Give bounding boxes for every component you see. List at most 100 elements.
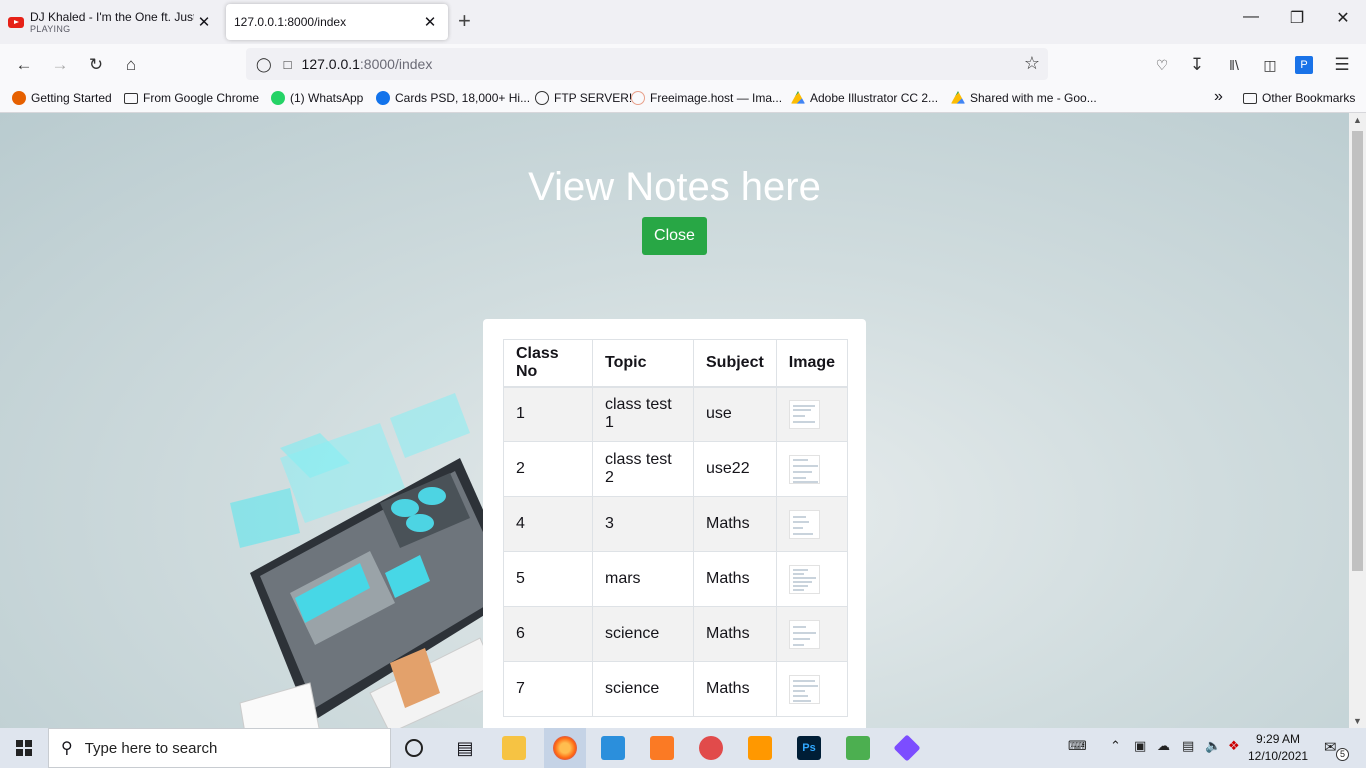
tab-title: 127.0.0.1:8000/index: [234, 15, 347, 29]
page-info-icon[interactable]: □: [284, 57, 292, 72]
network-icon[interactable]: ▤: [1182, 738, 1194, 754]
scroll-down-icon[interactable]: ▼: [1349, 716, 1366, 726]
xampp-icon[interactable]: [650, 736, 674, 760]
photoshop-icon[interactable]: Ps: [797, 736, 821, 760]
sidebar-icon[interactable]: ◫: [1259, 54, 1281, 76]
bookmark-shared-with-me[interactable]: Shared with me - Goo...: [951, 91, 1097, 105]
dropbox-icon[interactable]: ❖: [1228, 738, 1240, 754]
download-icon[interactable]: ↧: [1186, 54, 1208, 76]
task-view-icon[interactable]: ▤: [453, 736, 477, 760]
home-icon[interactable]: ⌂: [120, 54, 142, 76]
onedrive-icon[interactable]: ☁: [1157, 738, 1170, 754]
wamp-icon[interactable]: [846, 736, 870, 760]
table-row: 1 class test 1 use: [503, 386, 849, 442]
table-row: 5 mars Maths: [503, 551, 849, 607]
bookmark-star-icon[interactable]: ☆: [1024, 53, 1040, 74]
restore-icon[interactable]: ❐: [1274, 8, 1320, 28]
freepik-icon: [376, 91, 390, 105]
new-tab-button[interactable]: +: [458, 10, 471, 32]
shield-icon[interactable]: ◯: [256, 56, 272, 73]
note-thumbnail-image[interactable]: [788, 399, 820, 429]
google-drive-icon: [791, 91, 805, 104]
paint-icon[interactable]: [699, 736, 723, 760]
tab-youtube[interactable]: DJ Khaled - I'm the One ft. Justin PLAYI…: [0, 4, 222, 40]
url-bar[interactable]: ◯ □ 127.0.0.1:8000/index ☆: [246, 48, 1048, 80]
table-row: 6 science Maths: [503, 606, 849, 662]
subject-cell: use: [693, 386, 777, 442]
page-scrollbar[interactable]: ▲ ▼: [1349, 113, 1366, 728]
search-placeholder: Type here to search: [84, 739, 218, 757]
note-thumbnail-image[interactable]: [788, 674, 820, 704]
menu-icon[interactable]: ☰: [1331, 54, 1353, 76]
taskbar-search-box[interactable]: ⚲ Type here to search: [48, 728, 391, 768]
clock-date: 12/10/2021: [1248, 749, 1309, 763]
scrollbar-thumb[interactable]: [1352, 131, 1363, 571]
tab-index[interactable]: 127.0.0.1:8000/index ✕: [226, 4, 448, 40]
firefox-icon[interactable]: [553, 736, 577, 760]
image-cell: [775, 496, 849, 552]
close-tab-icon[interactable]: ✕: [420, 13, 440, 31]
minimize-icon[interactable]: —: [1228, 8, 1274, 26]
image-cell: [775, 606, 849, 662]
library-icon[interactable]: ‖\: [1223, 54, 1245, 76]
meet-now-icon[interactable]: ▣: [1134, 738, 1146, 754]
notifications-icon[interactable]: ✉: [1324, 738, 1337, 756]
search-icon: ⚲: [61, 740, 73, 757]
class-no-cell: 5: [503, 551, 593, 607]
forward-icon[interactable]: →: [49, 54, 71, 76]
bookmark-adobe-illustrator[interactable]: Adobe Illustrator CC 2...: [791, 91, 938, 105]
class-no-cell: 6: [503, 606, 593, 662]
keyboard-icon[interactable]: ⌨: [1068, 738, 1087, 754]
bookmark-getting-started[interactable]: Getting Started: [12, 91, 112, 105]
image-cell: [775, 551, 849, 607]
google-drive-icon: [951, 91, 965, 104]
image-cell: [775, 386, 849, 442]
notes-card: Class No Topic Subject Image 1 class test…: [483, 319, 866, 728]
back-icon[interactable]: ←: [13, 54, 35, 76]
bookmarks-overflow-icon[interactable]: »: [1214, 88, 1223, 106]
topic-cell: science: [592, 661, 694, 717]
topic-cell: class test 2: [592, 441, 694, 497]
table-body: 1 class test 1 use 2 class test 2 use22 4 3 Math…: [503, 386, 849, 717]
clock-time: 9:29 AM: [1256, 732, 1301, 746]
subject-cell: Maths: [693, 661, 777, 717]
class-no-cell: 7: [503, 661, 593, 717]
url-text[interactable]: 127.0.0.1:8000/index: [302, 56, 433, 72]
scroll-up-icon[interactable]: ▲: [1349, 115, 1366, 125]
bookmark-whatsapp[interactable]: (1) WhatsApp: [271, 91, 363, 105]
bookmark-cards-psd[interactable]: Cards PSD, 18,000+ Hi...: [376, 91, 530, 105]
tab-title: DJ Khaled - I'm the One ft. Justin: [30, 10, 194, 24]
youtube-icon: [8, 16, 24, 28]
file-explorer-icon[interactable]: [502, 736, 526, 760]
subject-cell: Maths: [693, 496, 777, 552]
subject-cell: Maths: [693, 551, 777, 607]
window-close-icon[interactable]: ✕: [1320, 8, 1366, 28]
vscode-icon[interactable]: [601, 736, 625, 760]
column-header: Class No: [503, 339, 593, 388]
note-thumbnail-image[interactable]: [788, 454, 820, 484]
chevron-up-icon[interactable]: ⌃: [1110, 738, 1121, 754]
close-tab-icon[interactable]: ✕: [194, 13, 214, 31]
reload-icon[interactable]: ↻: [85, 54, 107, 76]
pocket-icon[interactable]: ♡: [1151, 54, 1173, 76]
topic-cell: class test 1: [592, 386, 694, 442]
windows-taskbar: ⚲ Type here to search ▤ Ps ⌨ ⌃ ▣ ☁ ▤ 🔈 ❖…: [0, 728, 1366, 768]
bookmark-ftp-server[interactable]: FTP SERVER!: [535, 91, 632, 105]
note-thumbnail-image[interactable]: [788, 619, 820, 649]
note-thumbnail-image[interactable]: [788, 564, 820, 594]
bookmark-freeimage[interactable]: Freeimage.host — Ima...: [631, 91, 782, 105]
windows-start-icon[interactable]: [16, 740, 32, 756]
bookmark-from-google-chrome[interactable]: From Google Chrome: [124, 91, 259, 105]
cortana-icon[interactable]: [405, 739, 423, 757]
topic-cell: mars: [592, 551, 694, 607]
git-icon[interactable]: [893, 734, 921, 762]
note-thumbnail-image[interactable]: [788, 509, 820, 539]
volume-icon[interactable]: 🔈: [1205, 738, 1221, 754]
extension-icon[interactable]: P: [1295, 56, 1313, 74]
bookmark-other-bookmarks[interactable]: Other Bookmarks: [1243, 91, 1355, 105]
system-clock[interactable]: 9:29 AM 12/10/2021: [1248, 731, 1308, 765]
close-button[interactable]: Close: [642, 217, 707, 255]
notification-count: 5: [1336, 748, 1349, 761]
subject-cell: Maths: [693, 606, 777, 662]
sublime-icon[interactable]: [748, 736, 772, 760]
